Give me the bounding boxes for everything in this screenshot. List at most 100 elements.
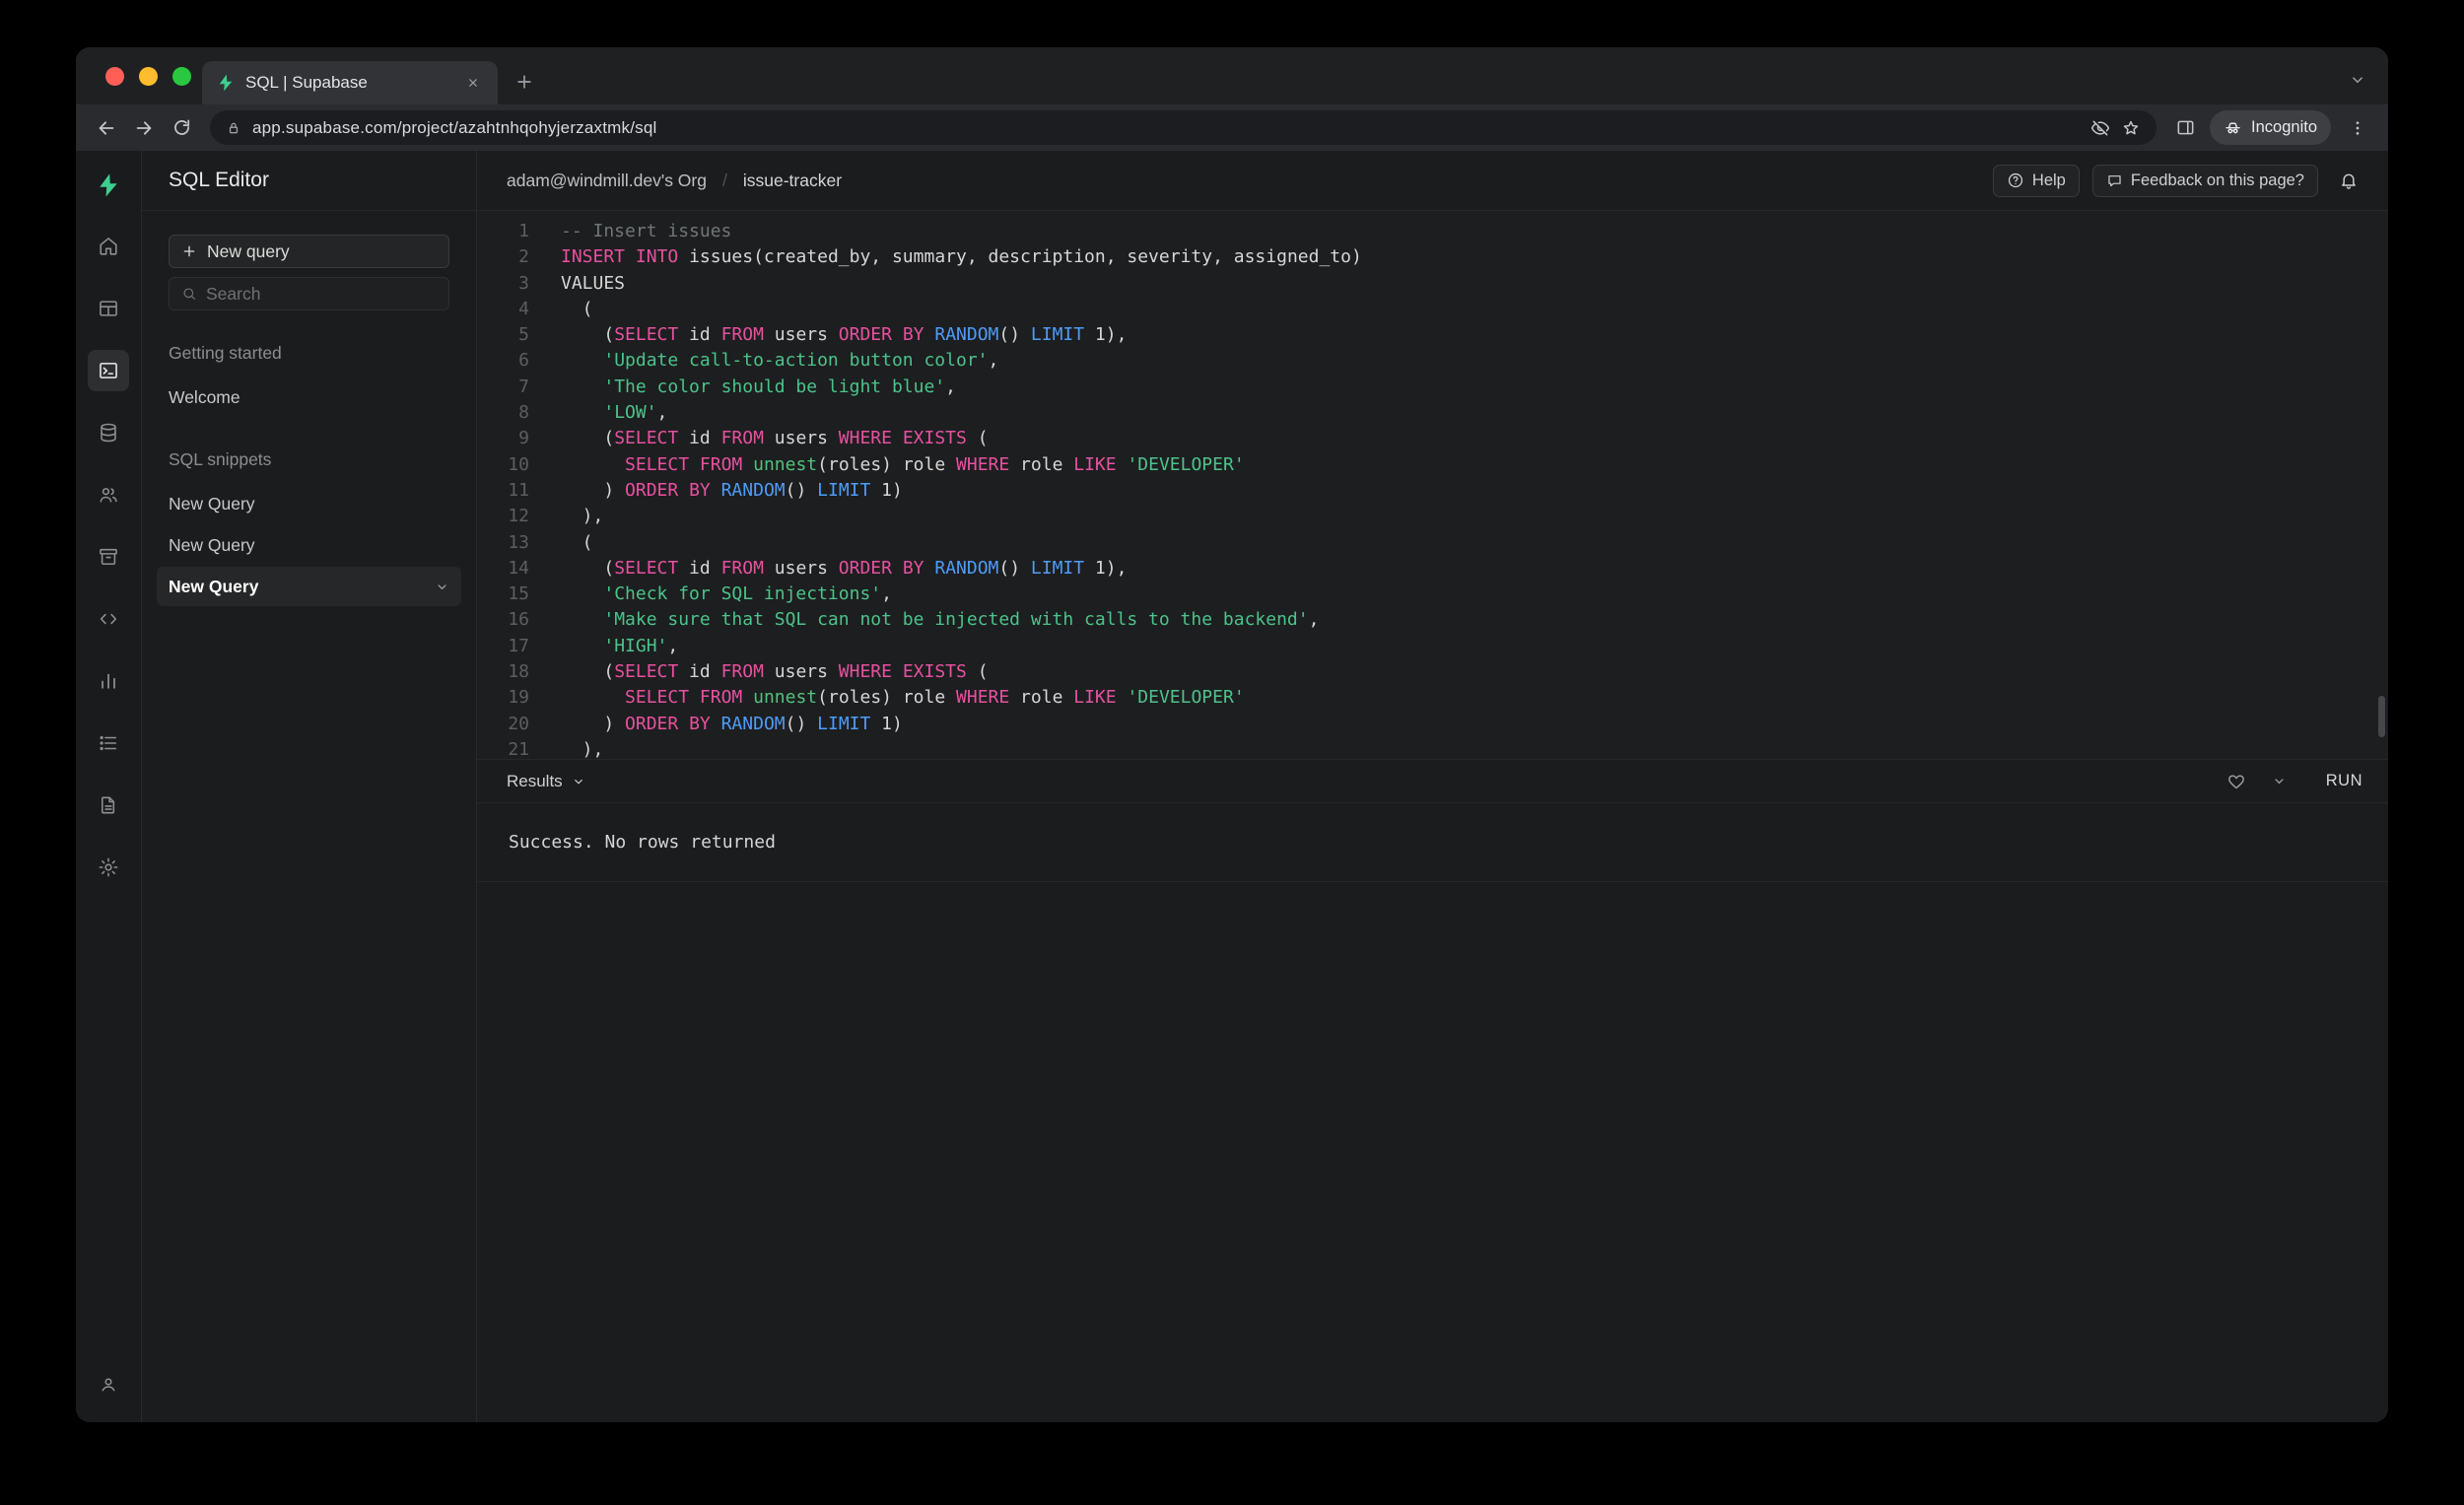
- main-panel: adam@windmill.dev's Org / issue-tracker …: [477, 151, 2388, 1422]
- code-text: (: [561, 298, 593, 319]
- browser-window: SQL | Supabase app.supabase.com/project/…: [76, 47, 2388, 1422]
- code-line[interactable]: 4 (: [477, 297, 2388, 322]
- tab-search-chevron-icon[interactable]: [2349, 71, 2366, 89]
- minimize-window-button[interactable]: [139, 67, 158, 86]
- results-actions: RUN: [2226, 772, 2362, 791]
- sql-editor-sidebar: SQL Editor New query Getting started Wel…: [142, 151, 477, 1422]
- incognito-badge[interactable]: Incognito: [2210, 110, 2331, 145]
- code-line[interactable]: 17 'HIGH',: [477, 634, 2388, 659]
- code-text: 'The color should be light blue',: [603, 376, 956, 397]
- search-input[interactable]: [206, 283, 437, 305]
- footer-space: [477, 882, 2388, 1422]
- main-header: adam@windmill.dev's Org / issue-tracker …: [477, 151, 2388, 211]
- zoom-window-button[interactable]: [172, 67, 191, 86]
- line-number: 9: [518, 428, 529, 449]
- code-line[interactable]: 20 ) ORDER BY RANDOM() LIMIT 1): [477, 712, 2388, 737]
- edge-functions-code-icon[interactable]: [88, 598, 129, 640]
- code-line[interactable]: 10 SELECT FROM unnest(roles) role WHERE …: [477, 452, 2388, 478]
- code-line[interactable]: 16 'Make sure that SQL can not be inject…: [477, 607, 2388, 633]
- results-message: Success. No rows returned: [509, 832, 776, 853]
- editor-scrollbar-thumb[interactable]: [2378, 696, 2385, 737]
- address-bar[interactable]: app.supabase.com/project/azahtnhqohyjerz…: [210, 110, 2157, 145]
- home-icon[interactable]: [88, 226, 129, 267]
- code-line[interactable]: 15 'Check for SQL injections',: [477, 581, 2388, 607]
- url-text[interactable]: app.supabase.com/project/azahtnhqohyjerz…: [252, 118, 2080, 138]
- results-toggle[interactable]: Results: [507, 772, 585, 791]
- search-icon: [181, 286, 197, 302]
- auth-users-icon[interactable]: [88, 474, 129, 515]
- breadcrumb-project[interactable]: issue-tracker: [743, 171, 842, 191]
- reports-chart-icon[interactable]: [88, 660, 129, 702]
- nav-rail: [76, 151, 142, 1422]
- sql-editor-icon[interactable]: [88, 350, 129, 391]
- back-icon[interactable]: [90, 111, 123, 145]
- code-line[interactable]: 13 (: [477, 530, 2388, 556]
- line-number: 10: [508, 453, 529, 475]
- code-line[interactable]: 19 SELECT FROM unnest(roles) role WHERE …: [477, 685, 2388, 711]
- run-button[interactable]: RUN: [2326, 772, 2362, 790]
- sidebar-item-new-query-3[interactable]: New Query: [157, 567, 461, 606]
- notifications-bell-icon[interactable]: [2339, 171, 2359, 190]
- line-number: 6: [518, 350, 529, 372]
- help-button[interactable]: Help: [1992, 164, 2080, 197]
- code-line[interactable]: 8 'LOW',: [477, 400, 2388, 426]
- browser-tab[interactable]: SQL | Supabase: [202, 61, 498, 104]
- forward-icon[interactable]: [127, 111, 161, 145]
- code-line[interactable]: 2 INSERT INTO issues(created_by, summary,…: [477, 244, 2388, 270]
- favorite-heart-icon[interactable]: [2226, 772, 2246, 791]
- code-line[interactable]: 7 'The color should be light blue',: [477, 375, 2388, 400]
- table-editor-icon[interactable]: [88, 288, 129, 329]
- line-number: 7: [518, 376, 529, 397]
- window-controls: [105, 67, 191, 86]
- code-line[interactable]: 3 VALUES: [477, 271, 2388, 297]
- code-line[interactable]: 21 ),: [477, 737, 2388, 759]
- logs-list-icon[interactable]: [88, 722, 129, 764]
- sidebar-item-welcome[interactable]: Welcome: [157, 377, 461, 417]
- database-icon[interactable]: [88, 412, 129, 453]
- eye-blocked-icon[interactable]: [2090, 118, 2110, 138]
- account-avatar-icon[interactable]: [88, 1363, 129, 1404]
- code-line[interactable]: 14 (SELECT id FROM users ORDER BY RANDOM…: [477, 556, 2388, 581]
- code-line[interactable]: 18 (SELECT id FROM users WHERE EXISTS (: [477, 659, 2388, 685]
- bookmark-star-icon[interactable]: [2121, 118, 2141, 138]
- secure-lock-icon: [226, 120, 241, 136]
- code-text: 'HIGH',: [603, 635, 679, 656]
- code-line[interactable]: 9 (SELECT id FROM users WHERE EXISTS (: [477, 426, 2388, 451]
- line-number: 12: [508, 506, 529, 527]
- breadcrumb-org[interactable]: adam@windmill.dev's Org: [507, 171, 707, 191]
- code-line[interactable]: 1 -- Insert issues: [477, 219, 2388, 244]
- code-line[interactable]: 11 ) ORDER BY RANDOM() LIMIT 1): [477, 478, 2388, 504]
- settings-gear-icon[interactable]: [88, 847, 129, 888]
- close-tab-icon[interactable]: [462, 72, 484, 94]
- supabase-logo-icon[interactable]: [88, 165, 129, 206]
- browser-menu-icon[interactable]: [2341, 111, 2374, 145]
- code-line[interactable]: 6 'Update call-to-action button color',: [477, 348, 2388, 374]
- code-text: (SELECT id FROM users WHERE EXISTS (: [561, 661, 989, 683]
- code-line[interactable]: 12 ),: [477, 504, 2388, 529]
- section-label-getting-started: Getting started: [169, 343, 282, 363]
- sidebar-header: SQL Editor: [142, 151, 476, 211]
- line-number: 5: [518, 324, 529, 346]
- section-label-sql-snippets: SQL snippets: [169, 449, 272, 469]
- code-editor[interactable]: 1 -- Insert issues 2 INSERT INTO issues(cre…: [477, 211, 2388, 759]
- sidebar-item-new-query-2[interactable]: New Query: [157, 525, 461, 565]
- results-label: Results: [507, 771, 563, 790]
- code-text: 'LOW',: [603, 402, 668, 424]
- incognito-label: Incognito: [2251, 118, 2317, 136]
- code-line[interactable]: 5 (SELECT id FROM users ORDER BY RANDOM(…: [477, 322, 2388, 348]
- sidebar-item-new-query-1[interactable]: New Query: [157, 484, 461, 523]
- feedback-button[interactable]: Feedback on this page?: [2091, 164, 2318, 197]
- close-window-button[interactable]: [105, 67, 124, 86]
- new-tab-button[interactable]: [508, 65, 541, 99]
- line-number: 15: [508, 583, 529, 605]
- api-docs-file-icon[interactable]: [88, 785, 129, 826]
- reload-icon[interactable]: [165, 111, 198, 145]
- storage-icon[interactable]: [88, 536, 129, 578]
- line-number: 17: [508, 635, 529, 656]
- new-query-button[interactable]: New query: [169, 235, 449, 268]
- side-panel-icon[interactable]: [2168, 111, 2202, 145]
- run-options-chevron-icon[interactable]: [2272, 774, 2287, 788]
- search-box[interactable]: [169, 277, 449, 310]
- code-text: INSERT INTO issues(created_by, summary, …: [561, 246, 1362, 268]
- chevron-down-icon[interactable]: [435, 580, 449, 594]
